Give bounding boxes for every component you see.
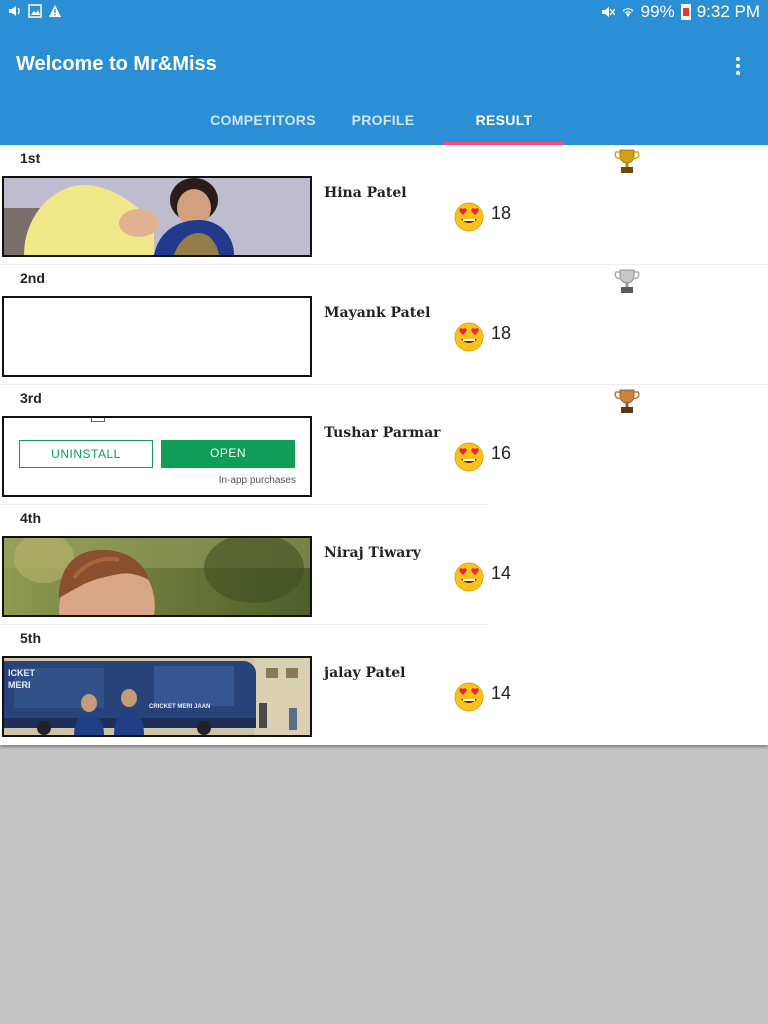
result-row[interactable]: 5th ICKET MERI CRICKET MERI JAAN jalay P… — [0, 625, 768, 745]
photo-image: ICKET MERI CRICKET MERI JAAN — [4, 658, 310, 735]
competitor-name: Hina Patel — [324, 185, 407, 201]
ad-note: In-app purchases — [218, 475, 296, 486]
competitor-name: Niraj Tiwary — [324, 545, 421, 561]
score-value: 14 — [491, 683, 512, 703]
heart-eyes-emoji — [454, 682, 484, 712]
gold-trophy-icon — [614, 149, 640, 173]
score-value: 16 — [491, 443, 512, 463]
rank-label: 4th — [20, 510, 41, 526]
result-row[interactable]: 4th Niraj Tiwary 14 — [0, 505, 768, 625]
bus-text: CRICKET MERI JAAN — [149, 704, 210, 710]
volume-icon — [9, 6, 20, 16]
tab-result[interactable]: RESULT — [444, 107, 564, 145]
rank-label: 5th — [20, 630, 41, 646]
result-row[interactable]: 1st Hina Patel 18 — [0, 145, 768, 265]
result-row[interactable]: 3rd UNINSTALL OPEN In-app purchases Tush… — [0, 385, 768, 505]
heart-eyes-emoji — [454, 442, 484, 472]
ad-uninstall-button[interactable]: UNINSTALL — [19, 440, 153, 468]
result-list[interactable]: 1st Hina Patel 18 2nd Mayank Patel 18 3r… — [0, 145, 768, 745]
tab-profile[interactable]: PROFILE — [323, 107, 443, 145]
competitor-name: Mayank Patel — [324, 305, 431, 321]
competitor-photo[interactable]: UNINSTALL OPEN In-app purchases — [2, 416, 312, 497]
score-value: 14 — [491, 563, 512, 583]
battery-icon — [680, 4, 691, 20]
mute-icon — [601, 7, 615, 17]
bronze-trophy-icon — [614, 389, 640, 413]
battery-percent: 99% — [640, 2, 675, 21]
competitor-photo[interactable] — [2, 296, 312, 377]
score-value: 18 — [491, 203, 512, 223]
app-bar: Welcome to Mr&Miss COMPETITORS PROFILE R… — [0, 25, 768, 145]
status-bar: 99% 9:32 PM — [0, 0, 768, 25]
more-vert-icon[interactable] — [728, 55, 748, 77]
clock: 9:32 PM — [696, 2, 760, 21]
rank-label: 1st — [20, 150, 41, 166]
rank-label: 3rd — [20, 390, 42, 406]
competitor-photo[interactable]: ICKET MERI CRICKET MERI JAAN — [2, 656, 312, 737]
competitor-name: Tushar Parmar — [324, 425, 441, 441]
rank-label: 2nd — [20, 270, 45, 286]
photo-image — [4, 178, 310, 255]
image-icon — [28, 4, 42, 18]
warning-icon — [49, 5, 61, 17]
ad-open-button[interactable]: OPEN — [161, 440, 295, 468]
score-value: 18 — [491, 323, 512, 343]
status-right: 99% 9:32 PM — [601, 2, 760, 22]
competitor-name: jalay Patel — [324, 665, 406, 681]
silver-trophy-icon — [614, 269, 640, 293]
wifi-icon — [622, 8, 634, 17]
bus-text: MERI — [8, 680, 31, 690]
tab-bar: COMPETITORS PROFILE RESULT — [0, 107, 768, 145]
app-title: Welcome to Mr&Miss — [16, 53, 217, 75]
bus-text: ICKET — [8, 668, 36, 678]
heart-eyes-emoji — [454, 202, 484, 232]
competitor-photo[interactable] — [2, 176, 312, 257]
result-row[interactable]: 2nd Mayank Patel 18 — [0, 265, 768, 385]
heart-eyes-emoji — [454, 562, 484, 592]
heart-eyes-emoji — [454, 322, 484, 352]
tab-competitors[interactable]: COMPETITORS — [203, 107, 323, 145]
status-left-icons — [8, 4, 62, 18]
ad-fragment — [91, 418, 105, 422]
competitor-photo[interactable] — [2, 536, 312, 617]
photo-image — [4, 538, 310, 615]
